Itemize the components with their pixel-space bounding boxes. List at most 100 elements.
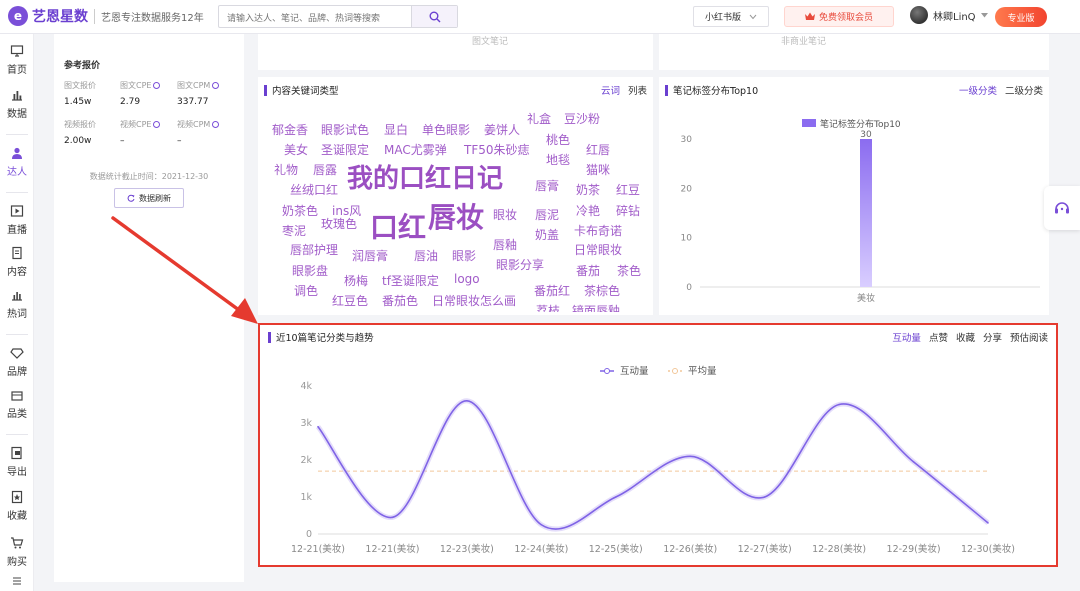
keyword[interactable]: 番茄色 xyxy=(382,292,418,309)
keyword[interactable]: 我的口红日记 xyxy=(347,158,503,195)
keyword[interactable]: 玫瑰色 xyxy=(321,215,357,232)
keyword[interactable]: 冷艳 xyxy=(576,202,600,219)
keyword[interactable]: 唇釉 xyxy=(493,236,517,253)
keyword[interactable]: 红豆色 xyxy=(332,292,368,309)
keyword[interactable]: 唇露 xyxy=(313,161,337,178)
refresh-data-button[interactable]: 数据刷新 xyxy=(114,188,184,208)
nav-item-hotwords[interactable]: 热词 xyxy=(0,288,34,320)
keyword[interactable]: 茶棕色 xyxy=(584,282,620,299)
nav-item-data[interactable]: 数据 xyxy=(0,88,34,120)
keyword[interactable]: 豆沙粉 xyxy=(564,110,600,127)
tab-interactions[interactable]: 互动量 xyxy=(892,330,921,344)
keyword[interactable]: 眼妆 xyxy=(493,206,517,223)
legend-marker xyxy=(604,368,610,374)
keyword[interactable]: 唇泥 xyxy=(535,206,559,223)
keyword[interactable]: 郁金香 xyxy=(272,121,308,138)
metric-value: 2.00w xyxy=(64,136,92,146)
nav-label: 首页 xyxy=(7,65,27,76)
keyword[interactable]: 番茄 xyxy=(576,262,600,279)
keyword[interactable]: 桃色 xyxy=(546,131,570,148)
keyword[interactable]: 礼物 xyxy=(274,161,298,178)
nav-item-category[interactable]: 品类 xyxy=(0,388,34,420)
tab-level1[interactable]: 一级分类 xyxy=(959,83,997,97)
nav-item-live[interactable]: 直播 xyxy=(0,204,34,236)
x-tick-label: 美妆 xyxy=(857,292,875,304)
nav-item-home[interactable]: 首页 xyxy=(0,44,34,76)
keyword[interactable]: 唇膏 xyxy=(535,177,559,194)
keyword[interactable]: 显白 xyxy=(384,121,408,138)
keyword[interactable]: 单色眼影 xyxy=(422,121,470,138)
keyword[interactable]: tf圣诞限定 xyxy=(382,272,439,289)
keyword[interactable]: 杨梅 xyxy=(344,272,368,289)
keyword[interactable]: 猫咪 xyxy=(586,161,610,178)
info-icon[interactable] xyxy=(212,82,220,89)
nav-item-export[interactable]: 导出 xyxy=(0,446,34,478)
refresh-label: 数据刷新 xyxy=(139,193,171,203)
logo[interactable]: e 艺恩星数 艺恩专注数据服务12年 xyxy=(8,6,204,26)
top-bar: e 艺恩星数 艺恩专注数据服务12年 小红书版 免费领取会员 林卿LinQ 专业… xyxy=(0,0,1080,34)
keyword[interactable]: 唇油 xyxy=(414,247,438,264)
keyword[interactable]: 眼影盘 xyxy=(292,262,328,279)
keyword[interactable]: 丝绒口红 xyxy=(290,181,338,198)
pro-edition-button[interactable]: 专业版 xyxy=(995,7,1047,27)
keyword[interactable]: 眼影分享 xyxy=(496,256,544,273)
tab-level2[interactable]: 二级分类 xyxy=(1005,83,1043,97)
keyword[interactable]: 红豆 xyxy=(616,181,640,198)
export-icon xyxy=(11,446,22,460)
tab-likes[interactable]: 点赞 xyxy=(929,330,948,344)
tag-bar-chart: 笔记标签分布Top10 0 10 20 30 30 美妆 xyxy=(681,118,1040,304)
info-icon[interactable] xyxy=(212,121,220,128)
keyword[interactable]: 奶茶 xyxy=(576,181,600,198)
keyword[interactable]: 圣诞限定 xyxy=(321,141,369,158)
info-icon[interactable] xyxy=(153,121,161,128)
tab-estimated-reads[interactable]: 预估阅读 xyxy=(1010,330,1048,344)
tab-list[interactable]: 列表 xyxy=(628,83,647,97)
keyword[interactable]: 红唇 xyxy=(586,141,610,158)
keyword[interactable]: 调色 xyxy=(294,282,318,299)
person-icon xyxy=(12,147,22,159)
keyword[interactable]: 口红 xyxy=(370,206,426,246)
keyword[interactable]: 唇部护理 xyxy=(290,241,338,258)
nav-item-purchase[interactable]: 购买 xyxy=(0,536,34,568)
keyword[interactable]: 日常眼妆怎么画 xyxy=(432,292,516,309)
support-button[interactable] xyxy=(1044,186,1080,230)
keyword[interactable]: 地毯 xyxy=(546,151,570,168)
tab-shares[interactable]: 分享 xyxy=(983,330,1002,344)
keyword[interactable]: 美女 xyxy=(284,141,308,158)
keyword[interactable]: 日常眼妆 xyxy=(574,241,622,258)
keyword[interactable]: 镜面唇釉 xyxy=(572,302,620,312)
keyword[interactable]: 奶茶色 xyxy=(282,202,318,219)
keyword[interactable]: 番茄红 xyxy=(534,282,570,299)
info-icon[interactable] xyxy=(153,82,161,89)
keyword[interactable]: MAC尤雾弹 xyxy=(384,141,447,158)
free-vip-button[interactable]: 免费领取会员 xyxy=(784,6,894,27)
keyword[interactable]: 眼影试色 xyxy=(321,121,369,138)
tab-word-cloud[interactable]: 云词 xyxy=(601,83,620,97)
keyword[interactable]: 茶色 xyxy=(617,262,641,279)
nav-item-content[interactable]: 内容 xyxy=(0,246,34,278)
keyword[interactable]: 姜饼人 xyxy=(484,121,520,138)
legend-label: 笔记标签分布Top10 xyxy=(820,118,901,130)
keyword[interactable]: 礼盒 xyxy=(527,110,551,127)
keyword[interactable]: 碎钻 xyxy=(616,202,640,219)
search-button[interactable] xyxy=(411,6,457,27)
keyword[interactable]: 唇妆 xyxy=(428,196,484,236)
nav-divider xyxy=(6,334,28,335)
keyword[interactable]: 卡布奇诺 xyxy=(574,222,622,239)
nav-item-brand[interactable]: 品牌 xyxy=(0,346,34,378)
keyword[interactable]: TF50朱砂痣 xyxy=(464,141,530,158)
star-icon xyxy=(11,490,23,504)
platform-select[interactable]: 小红书版 xyxy=(693,6,769,27)
keyword[interactable]: logo xyxy=(454,272,480,286)
tab-favorites[interactable]: 收藏 xyxy=(956,330,975,344)
keyword[interactable]: 眼影 xyxy=(452,247,476,264)
nav-item-influencer[interactable]: 达人 xyxy=(0,146,34,178)
nav-collapse[interactable] xyxy=(0,574,34,591)
search-input[interactable] xyxy=(219,8,415,30)
keyword[interactable]: 奶盖 xyxy=(535,226,559,243)
nav-item-favorites[interactable]: 收藏 xyxy=(0,490,34,522)
keyword[interactable]: 枣泥 xyxy=(282,222,306,239)
keyword[interactable]: 荔枝 xyxy=(536,302,560,312)
user-menu[interactable]: 林卿LinQ xyxy=(910,6,988,24)
keyword[interactable]: 润唇膏 xyxy=(352,247,388,264)
